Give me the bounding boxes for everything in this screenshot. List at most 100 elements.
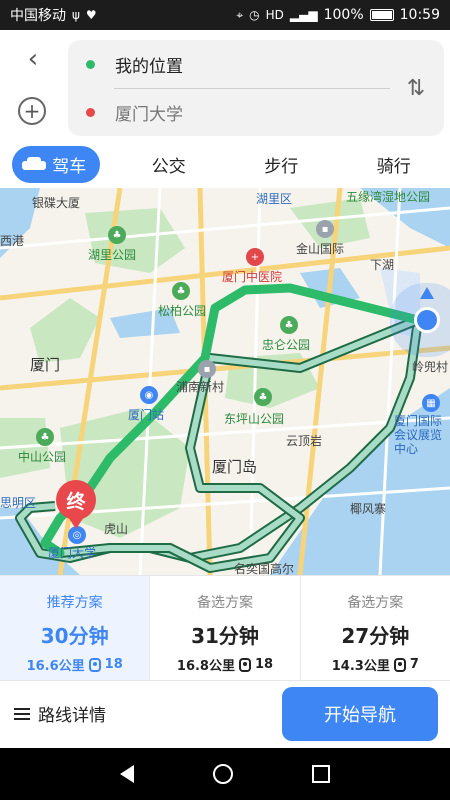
system-nav-bar xyxy=(0,748,450,800)
route-option-recommended[interactable]: 推荐方案 30分钟 16.6公里 18 xyxy=(0,576,151,680)
tab-walk[interactable]: 步行 xyxy=(225,152,338,177)
map-label: 厦门岛 xyxy=(212,458,258,476)
traffic-light-icon xyxy=(393,657,406,672)
map-label: 中山公园 xyxy=(18,450,67,464)
map-label: 厦门 xyxy=(30,356,61,374)
option-label: 备选方案 xyxy=(196,595,253,611)
park-icon: ♣ xyxy=(172,282,190,300)
traffic-light-icon xyxy=(238,657,251,672)
train-station-icon: ◉ xyxy=(140,386,158,404)
action-bar: 路线详情 开始导航 xyxy=(0,680,450,748)
venue-icon: ▦ xyxy=(422,394,440,412)
destination-dot-icon xyxy=(86,107,95,117)
hospital-icon: + xyxy=(246,248,264,266)
traffic-light-icon xyxy=(88,657,101,672)
carrier-label: 中国移动 xyxy=(10,8,66,24)
origin-text: 我的位置 xyxy=(115,56,183,77)
destination-field[interactable]: 厦门大学 xyxy=(68,88,398,136)
car-icon xyxy=(22,156,47,172)
route-detail-label: 路线详情 xyxy=(38,706,106,726)
recents-square-icon[interactable] xyxy=(312,765,331,783)
usb-icon: ψ xyxy=(72,8,80,22)
map-label: 厦门中医院 xyxy=(222,270,283,284)
option-meta: 16.8公里 18 xyxy=(150,655,299,674)
destination-marker[interactable]: 终 xyxy=(56,480,100,534)
alarm-icon: ◷ xyxy=(249,8,260,22)
list-icon xyxy=(14,707,30,721)
travel-mode-tabs: 驾车 公交 步行 骑行 xyxy=(0,140,450,188)
map-label: 厦门站 xyxy=(128,408,165,422)
heart-icon: ♥ xyxy=(85,8,97,22)
option-meta: 16.6公里 18 xyxy=(0,655,149,674)
option-lights: 7 xyxy=(409,657,419,672)
map-label: 名奕国高尔 xyxy=(234,562,295,575)
route-header: ‹ + 我的位置 厦门大学 ⇅ xyxy=(0,30,450,140)
battery-icon xyxy=(369,9,394,21)
option-time: 31分钟 xyxy=(191,624,259,648)
map-label: 下湖 xyxy=(370,258,395,272)
map-label: 湖里区 xyxy=(256,192,293,206)
option-lights: 18 xyxy=(104,657,123,672)
heading-arrow-icon xyxy=(420,287,434,299)
park-icon: ♣ xyxy=(280,316,298,334)
option-distance: 14.3公里 xyxy=(331,659,390,674)
swap-arrows-icon: ⇅ xyxy=(406,75,426,101)
status-bar: 中国移动 ψ ♥ ⌖ ◷ HD ▂▄▆ 100% 10:59 xyxy=(0,0,450,30)
plus-icon: + xyxy=(23,99,41,123)
tab-drive[interactable]: 驾车 xyxy=(0,145,113,183)
destination-text: 厦门大学 xyxy=(115,104,183,125)
route-detail-button[interactable]: 路线详情 xyxy=(14,701,106,726)
route-inputs: 我的位置 厦门大学 ⇅ xyxy=(68,40,444,136)
map-label: 浦南新村 xyxy=(176,380,225,394)
map-label: 厦门国际会议展览中心 xyxy=(394,414,443,456)
building-icon: ▪ xyxy=(198,360,216,378)
add-waypoint-button[interactable]: + xyxy=(18,97,46,125)
building-icon: ▪ xyxy=(316,220,334,238)
park-icon: ♣ xyxy=(254,388,272,406)
back-triangle-icon[interactable] xyxy=(119,765,134,783)
map-label: 西港 xyxy=(0,234,25,248)
current-location-icon xyxy=(414,307,440,333)
swap-button[interactable]: ⇅ xyxy=(402,70,430,106)
chevron-left-icon: ‹ xyxy=(27,44,39,74)
map-label: 金山国际 xyxy=(296,242,345,256)
location-icon: ⌖ xyxy=(236,7,244,22)
start-navigation-button[interactable]: 开始导航 xyxy=(282,687,438,741)
tab-bike[interactable]: 骑行 xyxy=(338,152,450,177)
back-button[interactable]: ‹ xyxy=(18,44,48,74)
park-icon: ♣ xyxy=(36,428,54,446)
clock: 10:59 xyxy=(399,7,440,23)
map-label: 松柏公园 xyxy=(158,304,207,318)
park-icon: ♣ xyxy=(108,226,126,244)
map-label: 厦门大学 xyxy=(48,546,97,560)
tab-transit[interactable]: 公交 xyxy=(113,152,226,177)
option-label: 备选方案 xyxy=(347,595,404,611)
option-lights: 18 xyxy=(254,657,274,672)
map-label: 云顶岩 xyxy=(286,434,323,448)
origin-field[interactable]: 我的位置 xyxy=(68,40,398,88)
map-label: 椰风寨 xyxy=(350,502,387,516)
map-label: 银碟大厦 xyxy=(32,196,81,210)
origin-dot-icon xyxy=(86,59,95,69)
map-label: 忠仑公园 xyxy=(262,338,311,352)
map-label: 湖里公园 xyxy=(88,248,137,262)
option-distance: 16.6公里 xyxy=(26,659,85,674)
option-label: 推荐方案 xyxy=(46,595,103,611)
route-option-alt-1[interactable]: 备选方案 31分钟 16.8公里 18 xyxy=(150,576,301,680)
map-label: 岭兜村 xyxy=(412,360,449,374)
map-label: 东坪山公园 xyxy=(224,412,285,426)
pin-tip xyxy=(68,517,84,529)
route-options: 推荐方案 30分钟 16.6公里 18 备选方案 31分钟 16.8公里 18 … xyxy=(0,575,450,680)
tab-drive-label: 驾车 xyxy=(52,156,87,177)
home-circle-icon[interactable] xyxy=(212,764,233,784)
battery-percent: 100% xyxy=(323,7,364,23)
option-distance: 16.8公里 xyxy=(176,659,235,674)
map-label: 思明区 xyxy=(0,496,37,510)
option-meta: 14.3公里 7 xyxy=(301,655,450,674)
hd-icon: HD xyxy=(265,8,284,22)
route-option-alt-2[interactable]: 备选方案 27分钟 14.3公里 7 xyxy=(301,576,450,680)
signal-icon: ▂▄▆ xyxy=(289,8,318,22)
map-label: 虎山 xyxy=(104,522,129,536)
map-view[interactable]: 银碟大厦 湖里区 五缘湾湿地公园 西港 ♣ 湖里公园 ▪ 金山国际 下湖 + 厦… xyxy=(0,188,450,575)
option-time: 30分钟 xyxy=(40,624,109,648)
